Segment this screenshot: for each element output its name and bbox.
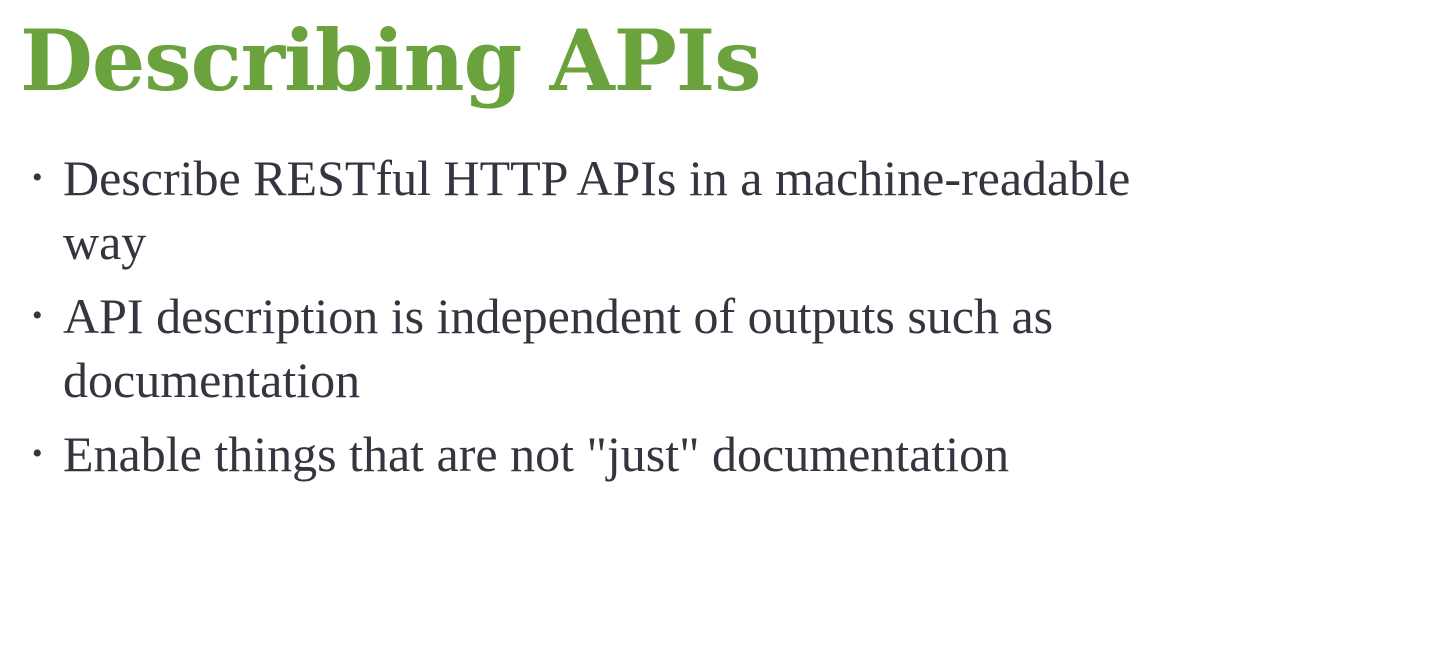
bullet-item: • Describe RESTful HTTP APIs in a machin…: [30, 146, 1310, 274]
bullet-icon: •: [32, 437, 43, 470]
bullet-text: Describe RESTful HTTP APIs in a machine-…: [63, 150, 1131, 270]
slide-title: Describing APIs: [20, 11, 762, 110]
bullet-icon: •: [32, 161, 43, 194]
bullet-list: • Describe RESTful HTTP APIs in a machin…: [30, 146, 1310, 496]
bullet-text: API description is independent of output…: [63, 288, 1054, 408]
slide: Describing APIs • Describe RESTful HTTP …: [0, 0, 1430, 656]
bullet-item: • Enable things that are not "just" docu…: [30, 422, 1310, 486]
bullet-icon: •: [32, 299, 43, 332]
bullet-item: • API description is independent of outp…: [30, 284, 1310, 412]
bullet-text: Enable things that are not "just" docume…: [63, 426, 1010, 482]
